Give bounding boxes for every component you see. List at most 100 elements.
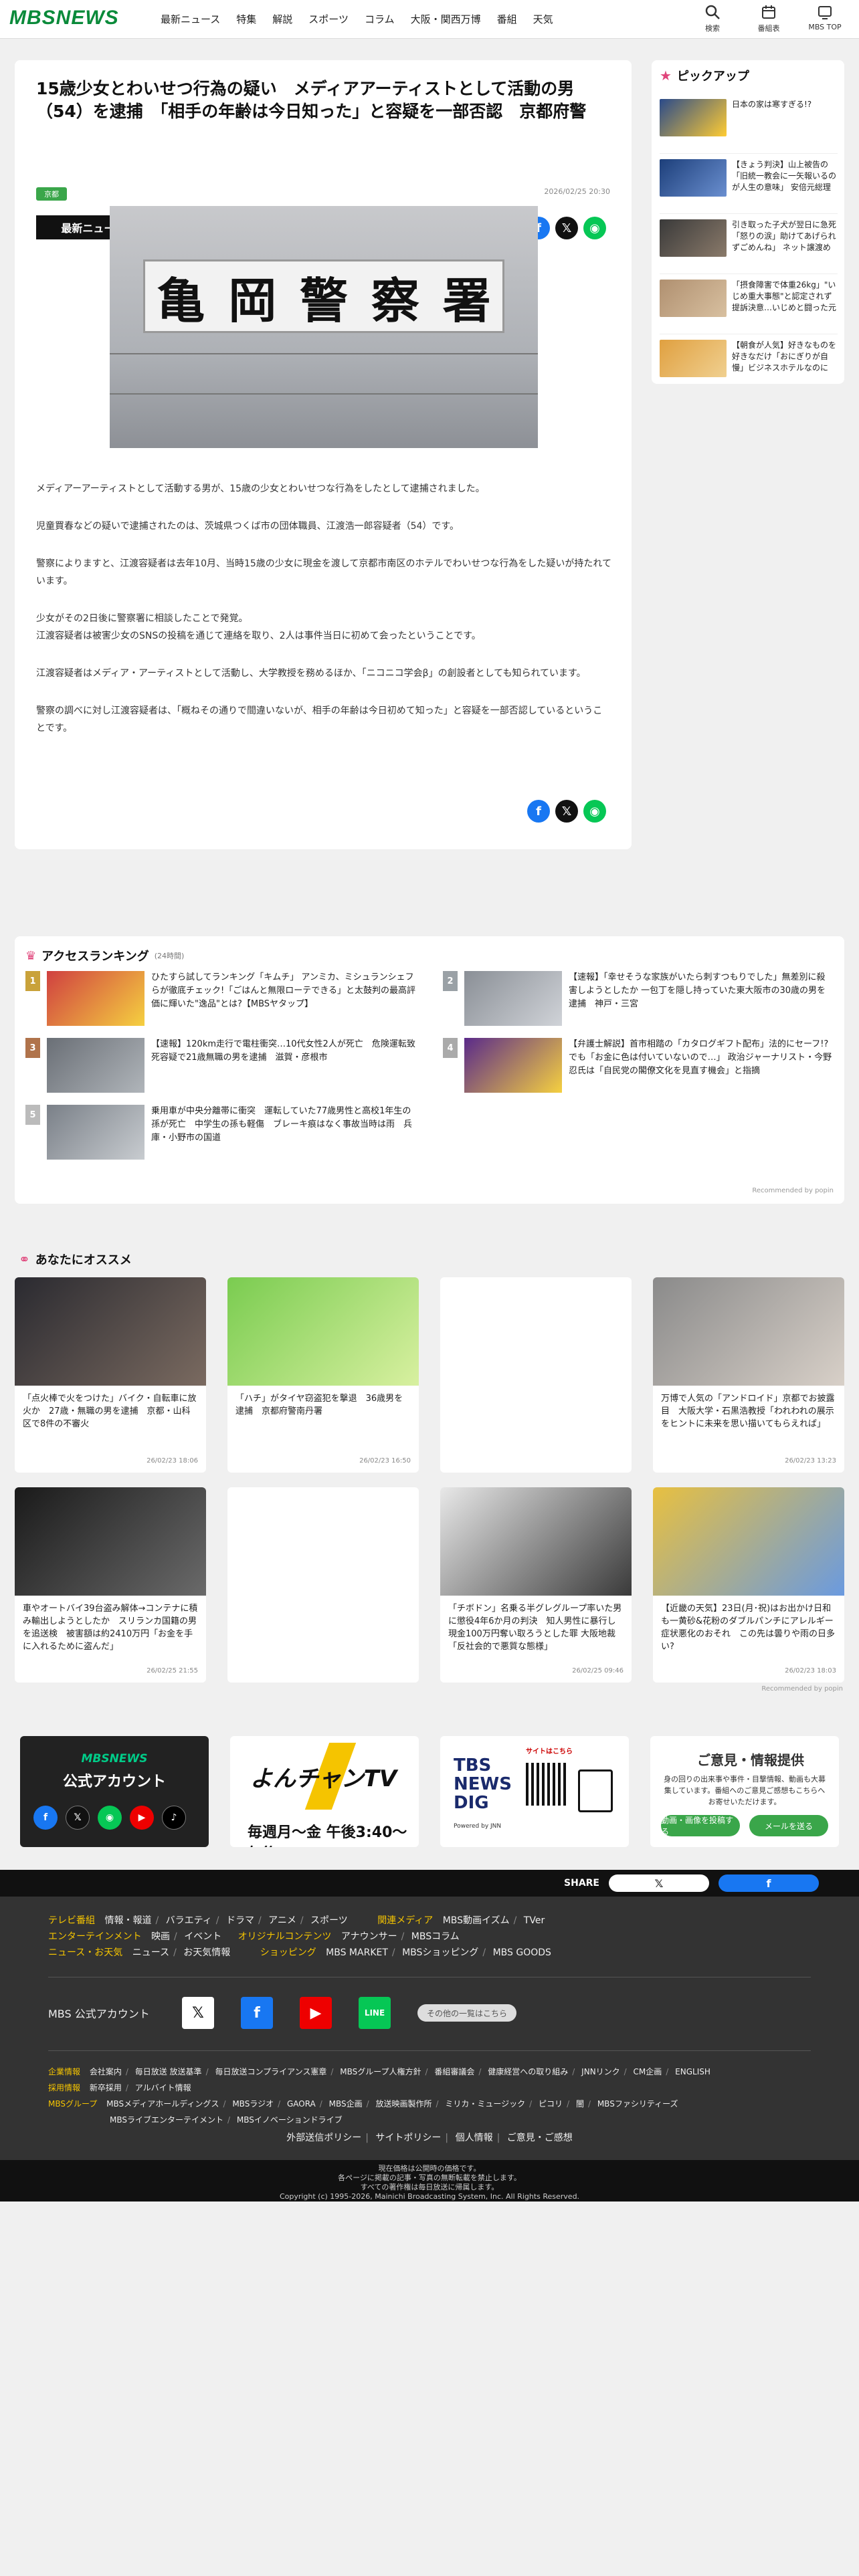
tbs-news-banner[interactable]: TBS NEWS DIG サイトはこちら Powered by JNN	[440, 1736, 629, 1847]
article-paragraph: メディアーアーティストとして活動する男が、15歳の少女とわいせつな行為をしたとし…	[36, 484, 485, 494]
footer-link[interactable]: バラエティ	[166, 1915, 212, 1926]
schedule-button[interactable]: 番組表	[752, 4, 785, 33]
footer-link[interactable]: 健康経営への取り組み	[488, 2067, 568, 2076]
nav-item-latest[interactable]: 最新ニュース	[161, 12, 220, 26]
region-tag[interactable]: 京都	[36, 187, 67, 201]
pickup-item[interactable]: 引き取った子犬が翌日に急死「怒りの涙」助けてあげられずごめんね」 ネット譲渡めぐ…	[660, 214, 838, 274]
footer-link[interactable]: CM企画	[634, 2067, 662, 2076]
footer-link[interactable]: 毎日放送 放送基準	[135, 2067, 202, 2076]
x-icon[interactable]: 𝕏	[66, 1806, 90, 1830]
upload-button[interactable]: 動画・画像を投稿する	[661, 1815, 740, 1836]
more-accounts-button[interactable]: その他の一覧はこちら	[417, 2004, 517, 2022]
footer-link[interactable]: MBS企画	[329, 2099, 363, 2109]
x-icon[interactable]: 𝕏	[182, 1997, 214, 2029]
footer-link[interactable]: 闇	[576, 2099, 584, 2109]
footer-link[interactable]: サイトポリシー	[375, 2133, 441, 2143]
pickup-item[interactable]: 【きょう判決】山上被告の「旧統一教会に一矢報いるのが人生の意味」 安倍元総理襲撃…	[660, 154, 838, 214]
footer-link[interactable]: 新卒採用	[90, 2083, 122, 2092]
footer-link[interactable]: 外部送信ポリシー	[286, 2133, 361, 2143]
youtube-icon[interactable]: ▶	[130, 1806, 154, 1830]
facebook-share-button[interactable]: f	[719, 1874, 819, 1892]
footer-link[interactable]: イベント	[184, 1931, 221, 1942]
recommend-card[interactable]: 「ハチ」がタイヤ窃盗犯を撃退 36歳男を逮捕 京都府警南丹署 26/02/23 1…	[227, 1277, 419, 1473]
ranking-item[interactable]: 1 ひたすら試してランキング「キムチ」 アンミカ、ミシュランシェフらが徹底チェック…	[25, 971, 416, 1027]
recommend-card[interactable]: 「点火棒で火をつけた」バイク・自転車に放火か 27歳・無職の男を逮捕 京都・山科…	[15, 1277, 206, 1473]
site-logo[interactable]: MBSNEWS	[9, 7, 119, 29]
footer-link[interactable]: 毎日放送コンプライアンス憲章	[215, 2067, 326, 2076]
x-share-button[interactable]: 𝕏	[609, 1874, 709, 1892]
line-icon[interactable]: LINE	[359, 1997, 391, 2029]
nav-item-column[interactable]: コラム	[365, 12, 395, 26]
search-button[interactable]: 検索	[696, 4, 729, 33]
recommend-card[interactable]: 【近畿の天気】23日(月･祝)はお出かけ日和も一黄砂&花粉のダブルパンチにアレル…	[653, 1487, 844, 1683]
footer-link[interactable]: ニュース	[132, 1947, 169, 1958]
footer-link[interactable]: MBS MARKET	[326, 1947, 388, 1958]
ranking-item[interactable]: 3 【速報】120km走行で電柱衝突…10代女性2人が死亡 危険運転致死容疑で21…	[25, 1038, 416, 1094]
footer-link[interactable]: 放送映画製作所	[376, 2099, 432, 2109]
nav-item-expo[interactable]: 大阪・関西万博	[411, 12, 481, 26]
nav-item-explainer[interactable]: 解説	[272, 12, 292, 26]
footer-link[interactable]: ミリカ・ミュージック	[445, 2099, 525, 2109]
youtube-icon[interactable]: ▶	[300, 1997, 332, 2029]
footer-link[interactable]: ピコリ	[539, 2099, 563, 2109]
footer-link[interactable]: MBSファシリティーズ	[597, 2099, 678, 2109]
line-icon[interactable]: ◉	[98, 1806, 122, 1830]
footer-link[interactable]: MBSメディアホールディングス	[106, 2099, 219, 2109]
footer-link[interactable]: 情報・報道	[104, 1915, 151, 1926]
yonchan-banner[interactable]: よんチャンTV 毎週月〜金 午後3:40〜午後7:00	[230, 1736, 419, 1847]
footer-category: 関連メディア	[377, 1915, 434, 1926]
footer-link[interactable]: ドラマ	[226, 1915, 254, 1926]
footer-link[interactable]: MBS GOODS	[493, 1947, 551, 1958]
recommend-card[interactable]: 車やオートバイ39台盗み解体→コンテナに積み輸出しようとしたか スリランカ国籍の…	[15, 1487, 206, 1683]
footer-link[interactable]: MBSライブエンターテイメント	[110, 2115, 223, 2125]
footer-link[interactable]: MBSグループ人権方針	[340, 2067, 421, 2076]
ranking-item[interactable]: 2 【速報】「幸せそうな家族がいたら刺すつもりでした」無差別に殺害しようとしたか …	[443, 971, 834, 1027]
recommend-card[interactable]: 「チボドン」名乗る半グレグループ率いた男に懲役4年6か月の判決 知人男性に暴行し…	[440, 1487, 632, 1683]
x-share-icon[interactable]: 𝕏	[555, 217, 578, 239]
footer-link[interactable]: JNNリンク	[581, 2067, 620, 2076]
footer-link[interactable]: アルバイト情報	[135, 2083, 191, 2092]
x-share-icon[interactable]: 𝕏	[555, 800, 578, 823]
pickup-item[interactable]: 日本の家は寒すぎる!?	[660, 94, 838, 154]
mbs-account-banner[interactable]: MBSNEWS 公式アカウント f 𝕏 ◉ ▶ ♪	[20, 1736, 209, 1847]
footer-link[interactable]: GAORA	[287, 2099, 316, 2109]
facebook-share-icon[interactable]: f	[527, 800, 550, 823]
footer-link[interactable]: MBSコラム	[411, 1931, 460, 1942]
pickup-item[interactable]: 「摂食障害で体重26kg」"いじめ重大事態"と認定されず提訴決意…いじめと闘った…	[660, 274, 838, 334]
mbs-top-button[interactable]: MBS TOP	[808, 4, 842, 33]
footer-link[interactable]: お天気情報	[183, 1947, 230, 1958]
recommend-card[interactable]: 万博で人気の「アンドロイド」京都でお披露目 大阪大学・石黒浩教授「われわれの展示…	[653, 1277, 844, 1473]
footer-link[interactable]: MBSショッピング	[402, 1947, 478, 1958]
footer-link[interactable]: スポーツ	[310, 1915, 348, 1926]
nav-item-sports[interactable]: スポーツ	[308, 12, 349, 26]
recommend-card-text: 「ハチ」がタイヤ窃盗犯を撃退 36歳男を逮捕 京都府警南丹署	[235, 1394, 403, 1416]
nav-item-programs[interactable]: 番組	[497, 12, 517, 26]
tiktok-icon[interactable]: ♪	[162, 1806, 186, 1830]
nav-item-feature[interactable]: 特集	[236, 12, 256, 26]
footer-link[interactable]: 映画	[151, 1931, 170, 1942]
facebook-icon[interactable]: f	[241, 1997, 273, 2029]
footer-link[interactable]: ENGLISH	[675, 2067, 710, 2076]
footer-link[interactable]: 会社案内	[90, 2067, 122, 2076]
footer-link[interactable]: MBSラジオ	[232, 2099, 274, 2109]
ranking-item[interactable]: 5 乗用車が中央分離帯に衝突 運転していた77歳男性と高校1年生の孫が死亡 中学生…	[25, 1105, 416, 1161]
footer-link[interactable]: アナウンサー	[341, 1931, 397, 1942]
footer-link[interactable]: MBS動画イズム	[443, 1915, 510, 1926]
footer-link[interactable]: ご意見・ご感想	[507, 2133, 573, 2143]
mail-button[interactable]: メールを送る	[749, 1815, 828, 1836]
pickup-item[interactable]: 【朝食が人気】好きなものを好きなだけ「おにぎりが自慢」ビジネスホテルなのに「宿泊…	[660, 334, 838, 395]
opinion-banner[interactable]: ご意見・情報提供 身の回りの出来事や事件・目撃情報、動画も大募集しています。番組…	[650, 1736, 839, 1847]
footer-link[interactable]: TVer	[524, 1915, 545, 1926]
ranking-item[interactable]: 4 【弁護士解説】首市相踏の「カタログギフト配布」法的にセーフ!?でも「お金に色は…	[443, 1038, 834, 1094]
line-share-icon[interactable]: ◉	[583, 217, 606, 239]
footer-link[interactable]: MBSイノベーションドライブ	[237, 2115, 343, 2125]
popin-credit[interactable]: Recommended by popin	[761, 1685, 843, 1693]
footer-link[interactable]: 番組審議会	[434, 2067, 474, 2076]
footer-link[interactable]: 個人情報	[456, 2133, 493, 2143]
line-share-icon[interactable]: ◉	[583, 800, 606, 823]
facebook-icon[interactable]: f	[33, 1806, 58, 1830]
pickup-heading: ★ ピックアップ	[660, 67, 749, 84]
footer-link[interactable]: アニメ	[268, 1915, 296, 1926]
nav-item-weather[interactable]: 天気	[533, 12, 553, 26]
popin-credit[interactable]: Recommended by popin	[752, 1187, 834, 1194]
